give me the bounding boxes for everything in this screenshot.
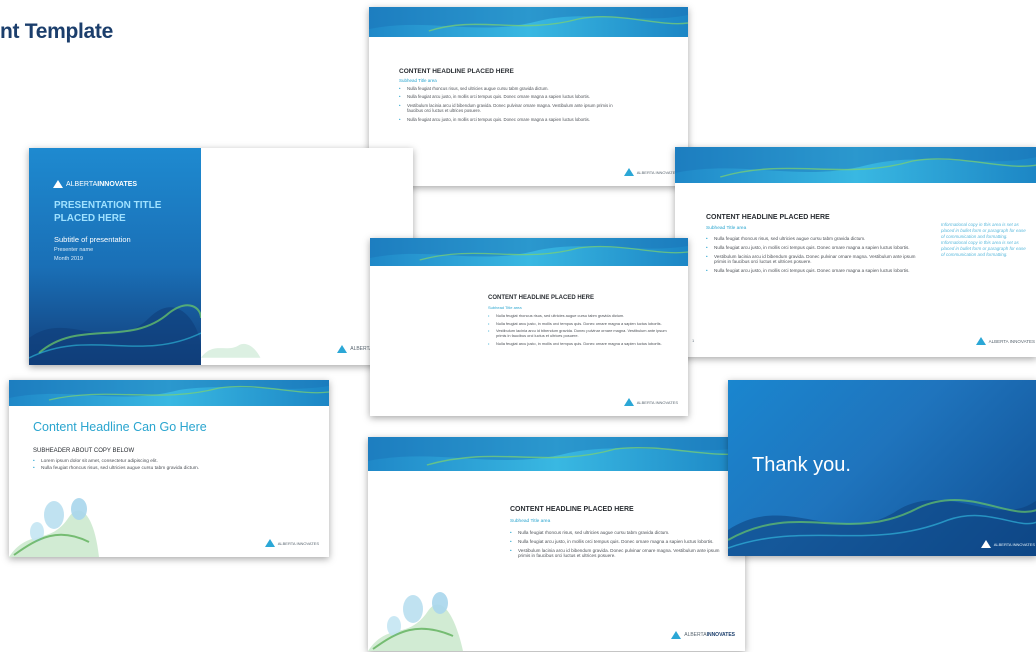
page-title: nt Template	[0, 20, 113, 43]
brand-logo: ALBERTA INNOVATES	[980, 540, 1035, 548]
title-line: PLACED HERE	[54, 213, 126, 224]
subtitle: Subtitle of presentation	[54, 235, 131, 244]
brand-logo: ALBERTA INNOVATES	[623, 398, 678, 406]
presenter-name: Presenter name	[54, 247, 94, 253]
slide-title: ALBERTA INNOVATES PRESENTATION TITLE PLA…	[29, 148, 413, 365]
list-item: Vestibulum lacinia arcu id bibendum grav…	[706, 254, 921, 266]
logo-text: ALBERTA INNOVATES	[636, 169, 678, 175]
logo-text: ALBERTA INNOVATES	[636, 399, 678, 405]
slide-subhead: Subhead Title area	[510, 519, 551, 524]
logo-icon	[264, 539, 275, 547]
wave-art	[201, 343, 261, 358]
slide-subhead: Subhead Title area	[399, 78, 437, 83]
slide-headline: Content Headline Can Go Here	[33, 420, 207, 434]
bullet-list: Nulla feugiat rhoncus risus, sed ultrici…	[488, 313, 670, 346]
brand-logo: ALBERTA INNOVATES	[623, 168, 678, 176]
logo-text-bold: INNOVATES	[706, 632, 735, 638]
brand-logo: ALBERTA INNOVATES	[53, 180, 137, 188]
wave-banner	[369, 7, 688, 37]
wave-banner	[9, 380, 329, 406]
slide-subhead: Subhead Title area	[706, 226, 747, 231]
slide-headline: CONTENT HEADLINE PLACED HERE	[399, 68, 514, 75]
slide-content-top: CONTENT HEADLINE PLACED HERE Subhead Tit…	[369, 7, 688, 186]
list-item: Nulla feugiat rhoncus risus, sed ultrici…	[706, 236, 921, 242]
list-item: Nulla feugiat rhoncus risus, sed ultrici…	[33, 465, 313, 472]
list-item: Nulla feugiat arcu justo, in mollis orci…	[399, 117, 624, 123]
plant-art	[368, 592, 463, 651]
wave-banner	[368, 437, 745, 471]
brand-logo: ALBERTA INNOVATES	[264, 539, 319, 547]
list-item: Nulla feugiat arcu justo, in mollis orci…	[706, 245, 921, 251]
slide-subheader: SUBHEADER ABOUT COPY BELOW	[33, 448, 135, 454]
logo-icon	[671, 631, 682, 639]
title-line: PRESENTATION TITLE	[54, 200, 162, 211]
list-item: Vestibulum lacinia arcu id bibendum grav…	[488, 328, 670, 338]
logo-icon	[623, 398, 634, 406]
brand-logo: ALBERTA INNOVATES	[671, 631, 735, 639]
bullet-list: Nulla feugiat rhoncus risus, sed ultrici…	[399, 86, 624, 122]
slide-headline: CONTENT HEADLINE PLACED HERE	[488, 295, 595, 301]
presentation-date: Month 2019	[54, 256, 84, 262]
logo-text: ALBERTA INNOVATES	[277, 540, 319, 546]
slide-headline: CONTENT HEADLINE PLACED HERE	[706, 214, 830, 221]
plant-art	[9, 498, 99, 557]
list-item: Vestibulum lacinia arcu id bibendum grav…	[399, 103, 624, 114]
slide-content-right: CONTENT HEADLINE PLACED HERE Subhead Tit…	[675, 147, 1036, 357]
wave-banner	[370, 238, 688, 266]
slide-subhead: Subhead Title area	[488, 305, 522, 310]
list-item: Nulla feugiat arcu justo, in mollis orci…	[399, 94, 624, 100]
list-item: Nulla feugiat arcu justo, in mollis orci…	[706, 268, 921, 274]
side-note: Informational copy in this area is set a…	[941, 222, 1026, 257]
slide-content-middle: CONTENT HEADLINE PLACED HERE Subhead Tit…	[370, 238, 688, 416]
list-item: Lorem ipsum dolor sit amet, consectetur …	[33, 458, 313, 465]
list-item: Nulla feugiat arcu justo, in mollis orci…	[488, 321, 670, 326]
list-item: Nulla feugiat rhoncus risus, sed ultrici…	[399, 86, 624, 92]
logo-text-bold: INNOVATES	[97, 180, 138, 188]
thank-you-text: Thank you.	[752, 454, 851, 476]
list-item: Nulla feugiat arcu justo, in mollis orci…	[488, 341, 670, 346]
logo-icon	[980, 540, 991, 548]
presentation-title: PRESENTATION TITLE PLACED HERE	[54, 199, 161, 225]
logo-text-light: ALBERTA	[66, 180, 98, 188]
logo-icon	[623, 168, 634, 176]
page-number: 1	[692, 338, 695, 343]
wave-banner	[675, 147, 1036, 183]
title-sidebar: ALBERTA INNOVATES PRESENTATION TITLE PLA…	[29, 148, 201, 365]
bullet-list: Nulla feugiat rhoncus risus, sed ultrici…	[510, 530, 722, 559]
logo-icon	[53, 180, 63, 188]
list-item: Nulla feugiat rhoncus risus, sed ultrici…	[488, 313, 670, 318]
logo-text: ALBERTA INNOVATES	[993, 541, 1035, 547]
logo-icon	[975, 337, 986, 345]
slide-content-bottom: CONTENT HEADLINE PLACED HERE Subhead Tit…	[368, 437, 745, 651]
logo-text: ALBERTA INNOVATES	[988, 338, 1035, 344]
logo-text-light: ALBERTA	[684, 632, 707, 638]
slide-headline-left: Content Headline Can Go Here SUBHEADER A…	[9, 380, 329, 557]
bullet-list: Lorem ipsum dolor sit amet, consectetur …	[33, 458, 313, 472]
slide-headline: CONTENT HEADLINE PLACED HERE	[510, 506, 634, 513]
bullet-list: Nulla feugiat rhoncus risus, sed ultrici…	[706, 236, 921, 274]
logo-icon	[337, 345, 348, 353]
list-item: Vestibulum lacinia arcu id bibendum grav…	[510, 548, 722, 560]
list-item: Nulla feugiat arcu justo, in mollis orci…	[510, 539, 722, 545]
list-item: Nulla feugiat rhoncus risus, sed ultrici…	[510, 530, 722, 536]
brand-logo: ALBERTA INNOVATES	[975, 337, 1035, 345]
slide-thank-you: Thank you. ALBERTA INNOVATES	[728, 380, 1036, 556]
